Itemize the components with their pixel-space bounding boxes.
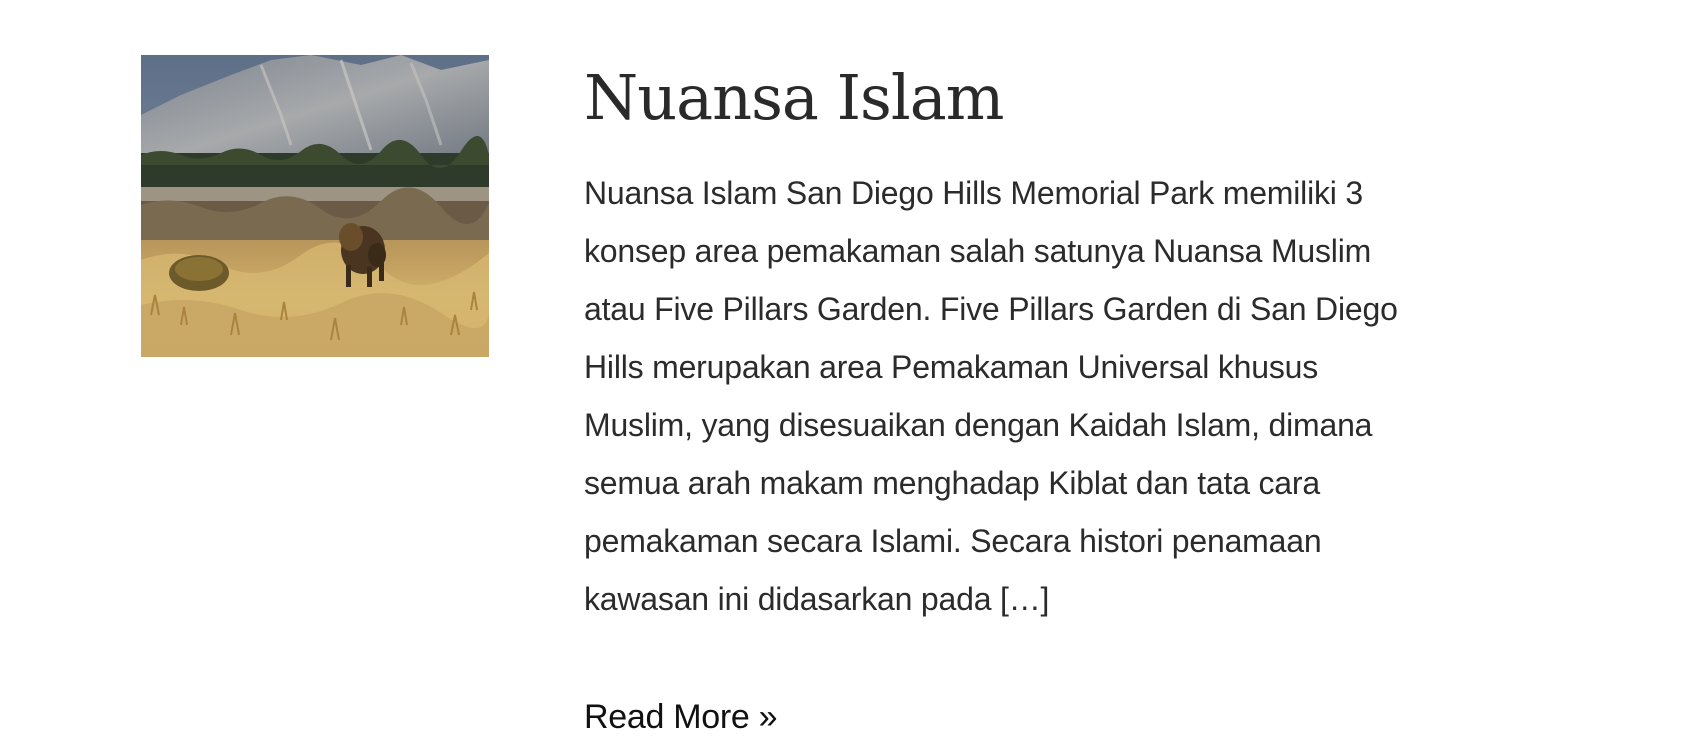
- excerpt-line: Muslim, yang disesuaikan dengan Kaidah I…: [584, 407, 1373, 443]
- post-thumbnail-image: [141, 55, 489, 357]
- excerpt-line: semua arah makam menghadap Kiblat dan ta…: [584, 465, 1320, 501]
- blog-post-card: Nuansa Islam Nuansa Islam San Diego Hill…: [0, 0, 1690, 754]
- read-more-link[interactable]: Read More »: [584, 697, 778, 737]
- excerpt-line: atau Five Pillars Garden. Five Pillars G…: [584, 291, 1398, 327]
- excerpt-line: konsep area pemakaman salah satunya Nuan…: [584, 233, 1372, 269]
- excerpt-line: Hills merupakan area Pemakaman Universal…: [584, 349, 1319, 385]
- excerpt-line: pemakaman secara Islami. Secara histori …: [584, 523, 1322, 559]
- excerpt-line: Nuansa Islam San Diego Hills Memorial Pa…: [584, 175, 1363, 211]
- post-excerpt: Nuansa Islam San Diego Hills Memorial Pa…: [584, 164, 1474, 628]
- post-content: Nuansa Islam Nuansa Islam San Diego Hill…: [584, 58, 1484, 628]
- post-title-link[interactable]: Nuansa Islam: [584, 61, 1004, 134]
- post-thumbnail-link[interactable]: [141, 55, 489, 357]
- post-title: Nuansa Islam: [584, 58, 1484, 138]
- excerpt-line: kawasan ini didasarkan pada […]: [584, 581, 1050, 617]
